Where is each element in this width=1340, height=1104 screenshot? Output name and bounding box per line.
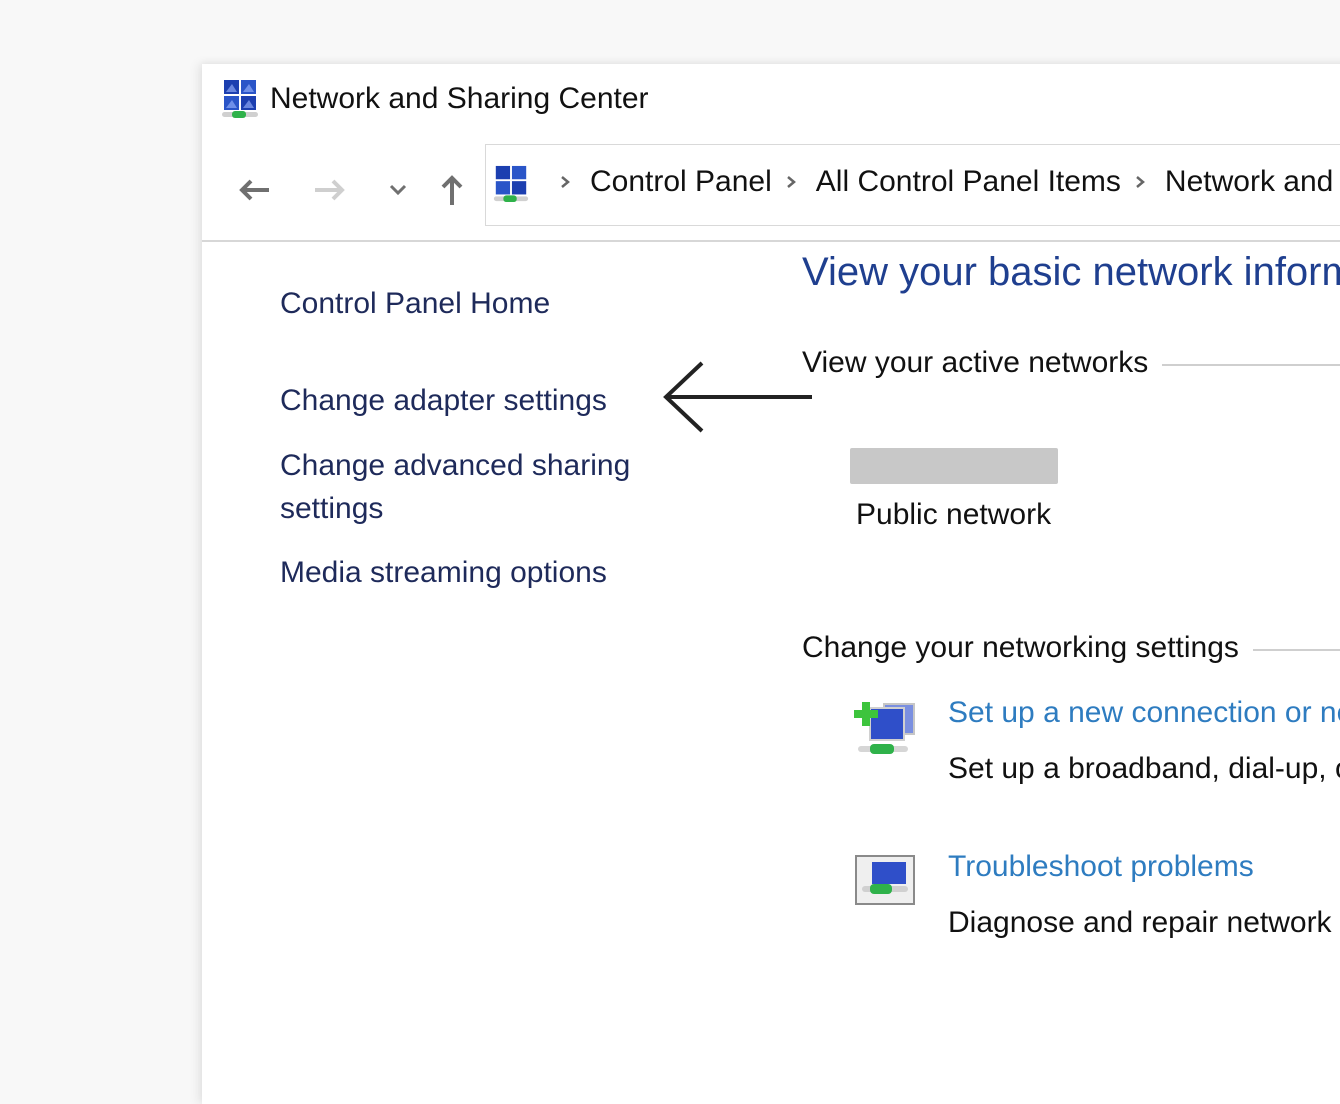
forward-button[interactable] — [310, 170, 350, 210]
network-type: Public network — [856, 498, 1052, 531]
network-sharing-center-icon — [222, 80, 258, 118]
recent-locations-button[interactable] — [378, 170, 418, 210]
breadcrumb-control-panel[interactable]: Control Panel — [590, 165, 772, 199]
breadcrumb-network-sharing[interactable]: Network and Sharing Center — [1165, 165, 1340, 199]
navigation-bar: Control Panel All Control Panel Items Ne… — [202, 142, 1340, 242]
chevron-down-icon — [389, 184, 407, 196]
setup-new-connection-link[interactable]: Set up a new connection or network — [948, 696, 1340, 730]
network-sharing-center-window: Network and Sharing Center Control Panel… — [202, 64, 1340, 1104]
breadcrumb-all-items[interactable]: All Control Panel Items — [816, 165, 1121, 199]
change-settings-heading-text: Change your networking settings — [802, 631, 1239, 664]
troubleshoot-icon — [855, 855, 915, 905]
redacted-network-name — [850, 448, 1058, 484]
change-settings-heading: Change your networking settings — [802, 631, 1340, 665]
annotation-arrow-icon — [663, 361, 812, 433]
chevron-right-icon[interactable] — [1133, 175, 1147, 189]
back-button[interactable] — [234, 170, 274, 210]
network-sharing-center-icon — [493, 165, 529, 203]
title-bar: Network and Sharing Center — [202, 64, 1340, 138]
new-connection-icon — [854, 702, 915, 754]
active-networks-heading-text: View your active networks — [802, 346, 1149, 379]
address-bar[interactable]: Control Panel All Control Panel Items Ne… — [485, 144, 1340, 226]
breadcrumb: Control Panel All Control Panel Items Ne… — [546, 165, 1340, 199]
divider — [1162, 364, 1340, 366]
sidebar-item-change-adapter-settings[interactable]: Change adapter settings — [280, 379, 607, 422]
up-arrow-icon — [441, 175, 463, 205]
troubleshoot-problems-link[interactable]: Troubleshoot problems — [948, 850, 1254, 884]
up-button[interactable] — [432, 170, 472, 210]
sidebar-item-control-panel-home[interactable]: Control Panel Home — [280, 282, 550, 325]
back-arrow-icon — [239, 179, 269, 201]
forward-arrow-icon — [315, 179, 345, 201]
active-networks-heading: View your active networks — [802, 346, 1340, 380]
setup-new-connection-description: Set up a broadband, dial-up, or VPN conn… — [948, 752, 1340, 785]
page-title: View your basic network information and … — [802, 250, 1340, 294]
sidebar-item-media-streaming[interactable]: Media streaming options — [280, 551, 607, 594]
divider — [1252, 649, 1340, 651]
chevron-right-icon[interactable] — [558, 175, 572, 189]
chevron-right-icon[interactable] — [784, 175, 798, 189]
sidebar-item-advanced-sharing[interactable]: Change advanced sharing settings — [280, 444, 680, 530]
window-title: Network and Sharing Center — [270, 82, 649, 115]
troubleshoot-description: Diagnose and repair network problems, or… — [948, 906, 1340, 939]
